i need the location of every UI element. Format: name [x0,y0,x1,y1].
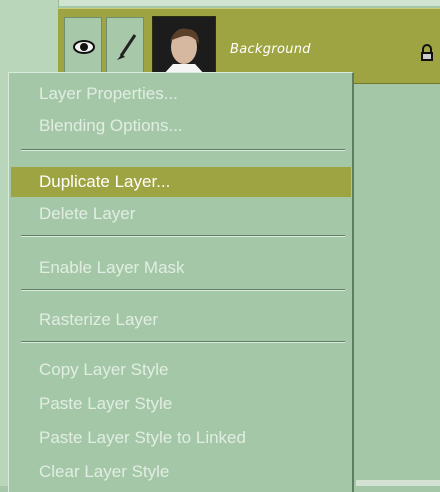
menu-item-enable-layer-mask: Enable Layer Mask [39,258,185,277]
menu-item-duplicate-layer[interactable]: Duplicate Layer... [11,167,351,197]
link-brush-toggle[interactable] [106,17,144,75]
menu-separator [21,289,345,291]
menu-separator [21,341,345,343]
panel-top-edge [0,0,440,6]
menu-item-paste-layer-style-linked: Paste Layer Style to Linked [39,428,246,447]
menu-item-layer-properties: Layer Properties... [39,84,178,103]
brush-icon [117,34,137,60]
menu-item-rasterize-layer: Rasterize Layer [39,310,159,329]
menu-item-blending-options: Blending Options... [39,116,183,135]
menu-separator [21,235,345,237]
menu-item-delete-layer: Delete Layer [39,204,136,223]
lock-icon [421,44,433,61]
menu-separator [21,149,345,151]
eye-icon [73,40,95,54]
menu-item-clear-layer-style: Clear Layer Style [39,462,170,481]
menu-item-copy-layer-style: Copy Layer Style [39,360,169,379]
visibility-toggle[interactable] [64,17,102,75]
layer-context-menu: Layer Properties... Blending Options... … [8,72,354,492]
layer-name[interactable]: Background [230,42,311,57]
layer-thumbnail[interactable] [152,16,216,78]
panel-bottom-edge [356,480,440,486]
menu-item-paste-layer-style: Paste Layer Style [39,394,173,413]
